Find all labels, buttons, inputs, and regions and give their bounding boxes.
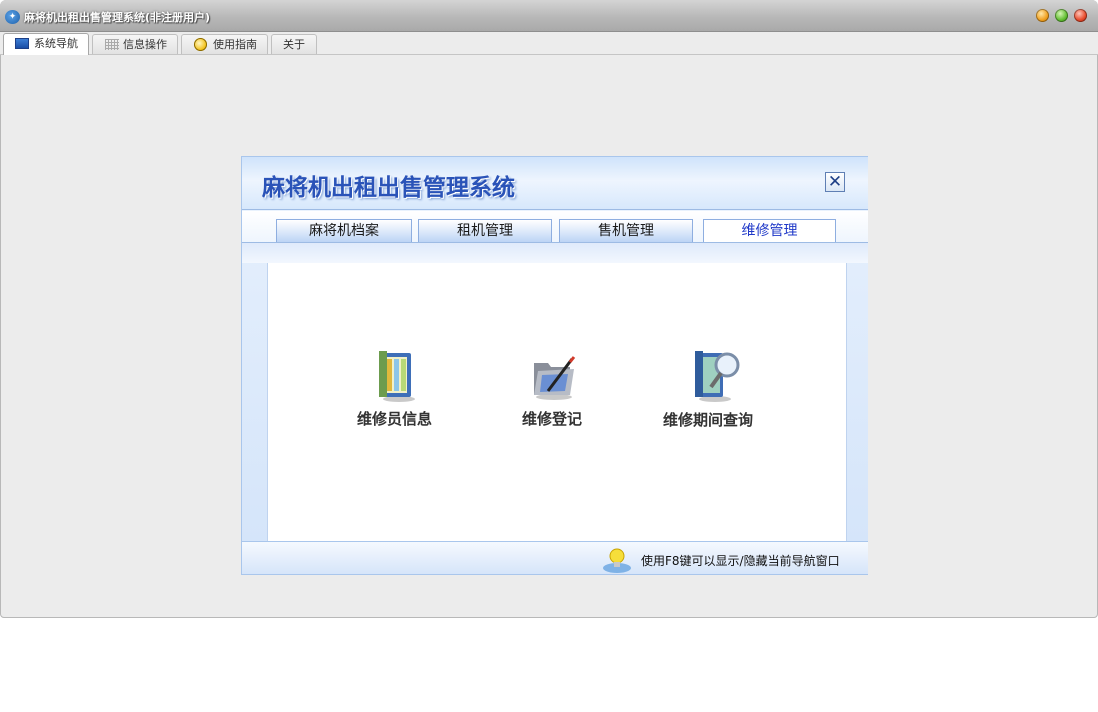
- maximize-button[interactable]: [1055, 9, 1068, 22]
- navigation-panel: 麻将机出租出售管理系统 ✕ 麻将机档案 租机管理 售机管理 维修管理 维修员信息…: [241, 156, 868, 575]
- grid-icon: [105, 39, 119, 50]
- app-window: ✦ 麻将机出租出售管理系统(非注册用户) 系统导航 信息操作 使用指南 关于 麻…: [0, 0, 1098, 618]
- tab-about[interactable]: 关于: [271, 34, 317, 54]
- panel-header: 麻将机出租出售管理系统 ✕: [242, 157, 868, 210]
- item-repair-registration[interactable]: 维修登记: [508, 343, 598, 438]
- tab-repair-management[interactable]: 维修管理: [703, 219, 836, 243]
- lightbulb-icon: [603, 548, 631, 573]
- panel-tab-bar: 麻将机档案 租机管理 售机管理 维修管理: [242, 211, 868, 243]
- hint-text: 使用F8键可以显示/隐藏当前导航窗口: [641, 554, 840, 568]
- panel-footer: 使用F8键可以显示/隐藏当前导航窗口: [242, 541, 868, 574]
- window-title: 麻将机出租出售管理系统(非注册用户): [24, 11, 211, 24]
- item-repair-period-query[interactable]: 维修期间查询: [663, 343, 778, 438]
- item-repairman-info[interactable]: 维修员信息: [353, 343, 443, 438]
- tab-label: 系统导航: [34, 37, 78, 50]
- tab-info-operation[interactable]: 信息操作: [92, 34, 178, 54]
- app-logo-icon: ✦: [5, 10, 20, 24]
- panel-close-button[interactable]: ✕: [825, 172, 845, 192]
- close-window-button[interactable]: [1074, 9, 1087, 22]
- item-label: 维修登记: [522, 410, 583, 428]
- main-tab-bar: 系统导航 信息操作 使用指南 关于: [0, 32, 1098, 55]
- tab-rental-management[interactable]: 租机管理: [418, 219, 552, 242]
- folder-pen-icon: [534, 356, 576, 400]
- title-bar[interactable]: ✦ 麻将机出租出售管理系统(非注册用户): [0, 0, 1098, 32]
- item-label: 维修员信息: [357, 410, 433, 428]
- tab-sales-management[interactable]: 售机管理: [559, 219, 693, 242]
- book-search-icon: [695, 351, 740, 402]
- minimize-button[interactable]: [1036, 9, 1049, 22]
- panel-title: 麻将机出租出售管理系统: [262, 174, 515, 201]
- monitor-icon: [15, 38, 29, 49]
- content-area: 维修员信息 维修登记 维修期间查询: [267, 263, 847, 541]
- tab-label: 使用指南: [213, 38, 257, 51]
- guide-icon: [194, 38, 207, 51]
- content-frame: 维修员信息 维修登记 维修期间查询: [242, 243, 868, 541]
- tab-mahjong-archive[interactable]: 麻将机档案: [276, 219, 412, 242]
- tab-user-guide[interactable]: 使用指南: [181, 34, 268, 54]
- tab-system-navigation[interactable]: 系统导航: [3, 33, 89, 55]
- tab-label: 信息操作: [123, 38, 167, 51]
- content-band: [242, 243, 868, 263]
- tab-label: 关于: [283, 38, 305, 51]
- item-label: 维修期间查询: [663, 411, 754, 429]
- binder-icon: [379, 351, 415, 402]
